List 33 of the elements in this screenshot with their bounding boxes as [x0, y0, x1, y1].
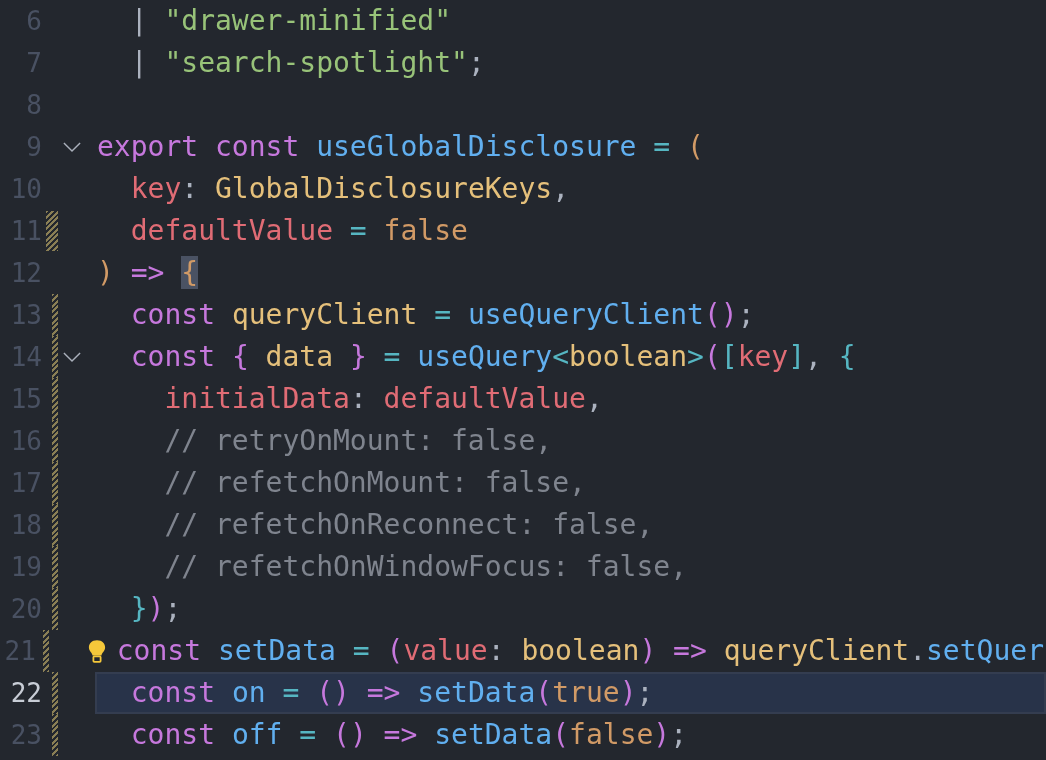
- code-line: // refetchOnReconnect: false,: [164, 508, 654, 542]
- code-line: const off = () => setData(false);: [130, 718, 688, 752]
- change-marker[interactable]: [52, 420, 58, 462]
- code-line: | "drawer-minified": [130, 4, 451, 38]
- line-number: 22: [9, 677, 42, 710]
- code-line: | "search-spotlight";: [130, 46, 485, 80]
- code-line: key: GlobalDisclosureKeys,: [130, 172, 570, 206]
- lightbulb-icon[interactable]: [88, 639, 107, 663]
- change-marker[interactable]: [52, 546, 58, 588]
- change-marker[interactable]: [52, 378, 58, 420]
- chevron-down-icon[interactable]: [63, 141, 81, 153]
- code-line: initialData: defaultValue,: [164, 382, 603, 416]
- code-line: const { data } = useQuery<boolean>([key], {: [130, 340, 856, 374]
- code-line: const queryClient = useQueryClient();: [130, 298, 755, 332]
- code-line: export const useGlobalDisclosure = (: [97, 130, 704, 164]
- code-line: ) => {: [97, 256, 199, 290]
- change-marker[interactable]: [52, 504, 58, 546]
- code-line: defaultValue = false: [130, 214, 468, 248]
- change-marker[interactable]: [52, 294, 58, 336]
- change-marker[interactable]: [46, 211, 58, 251]
- code-line: });: [130, 592, 182, 626]
- change-marker[interactable]: [52, 672, 58, 714]
- code-line: // refetchOnMount: false,: [164, 466, 586, 500]
- code-line: const setData = (value: boolean) => queryClient.setQuer: [116, 634, 1044, 668]
- change-marker[interactable]: [52, 714, 58, 756]
- change-marker[interactable]: [52, 336, 58, 378]
- code-line: // refetchOnWindowFocus: false,: [164, 550, 688, 584]
- chevron-down-icon[interactable]: [63, 351, 81, 363]
- change-marker[interactable]: [43, 630, 50, 672]
- code-line: const on = () => setData(true);: [130, 676, 654, 710]
- code-line: // retryOnMount: false,: [164, 424, 553, 458]
- change-marker[interactable]: [52, 588, 58, 630]
- change-marker[interactable]: [52, 462, 58, 504]
